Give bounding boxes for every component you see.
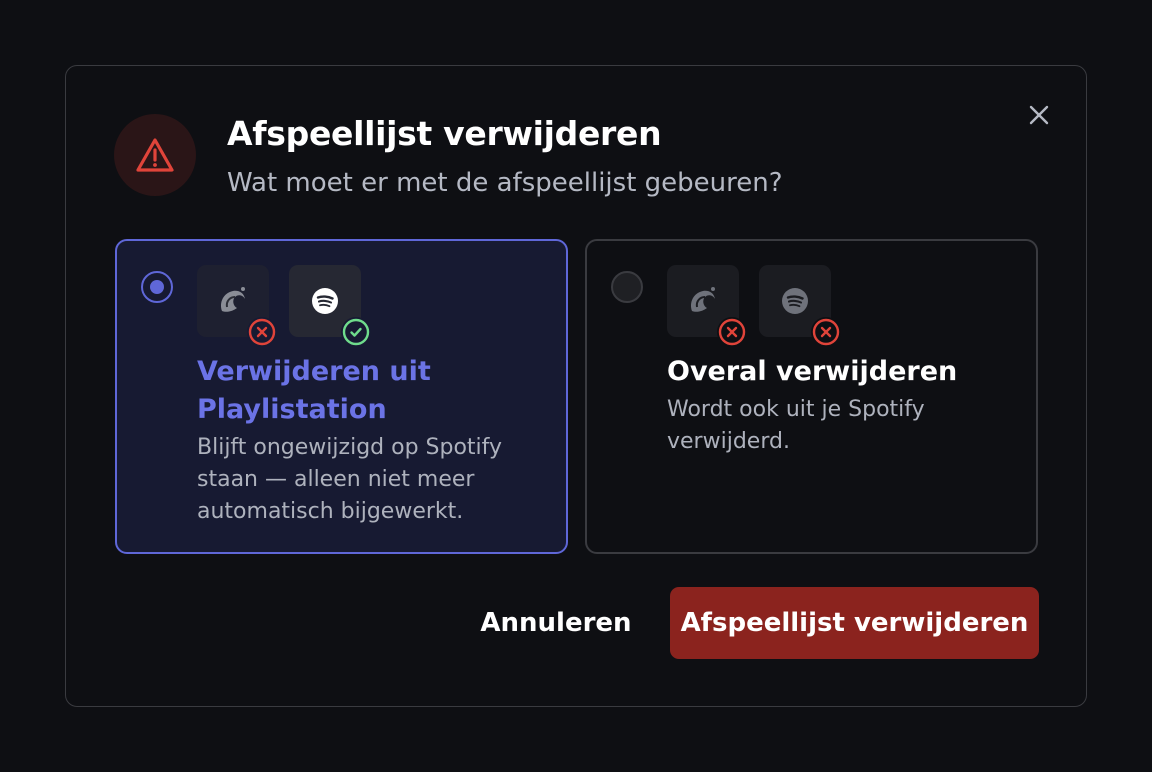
status-removed — [811, 317, 841, 347]
spotify-logo-icon — [312, 288, 338, 314]
spotify-app-tile — [289, 265, 371, 347]
playlistation-app-tile — [667, 265, 747, 347]
playlistation-logo-icon — [221, 287, 245, 312]
status-kept — [341, 317, 371, 347]
dialog-subtitle: Wat moet er met de afspeellijst gebeuren… — [227, 168, 783, 198]
warning-triangle-icon — [136, 138, 174, 172]
option-title: Overal verwijderen — [667, 356, 958, 387]
option-description: Wordt ook uit je Spotify verwijderd. — [667, 397, 925, 454]
playlistation-logo-icon — [691, 287, 715, 312]
spotify-logo-icon — [782, 288, 808, 314]
x-circle-icon — [812, 318, 840, 346]
playlistation-app-tile — [197, 265, 277, 347]
status-removed — [717, 317, 747, 347]
dialog-title: Afspeellijst verwijderen — [227, 114, 662, 153]
radio-unselected[interactable] — [611, 271, 643, 303]
status-removed — [247, 317, 277, 347]
option-title: Verwijderen uit Playlistation — [197, 356, 431, 425]
check-circle-icon — [342, 318, 370, 346]
close-icon — [1029, 105, 1049, 125]
warning-badge — [114, 114, 196, 196]
delete-playlist-dialog: Afspeellijst verwijderen Wat moet er met… — [65, 65, 1087, 707]
x-circle-icon — [718, 318, 746, 346]
option-remove-from-playlistation[interactable]: Verwijderen uit Playlistation Blijft ong… — [115, 239, 568, 554]
close-button[interactable] — [1024, 100, 1054, 130]
delete-playlist-button[interactable]: Afspeellijst verwijderen — [670, 587, 1039, 659]
cancel-button[interactable]: Annuleren — [476, 587, 636, 659]
x-circle-icon — [248, 318, 276, 346]
radio-selected[interactable] — [141, 271, 173, 303]
option-remove-everywhere[interactable]: Overal verwijderen Wordt ook uit je Spot… — [585, 239, 1038, 554]
spotify-app-tile — [759, 265, 841, 347]
option-description: Blijft ongewijzigd op Spotify staan — al… — [197, 435, 503, 524]
